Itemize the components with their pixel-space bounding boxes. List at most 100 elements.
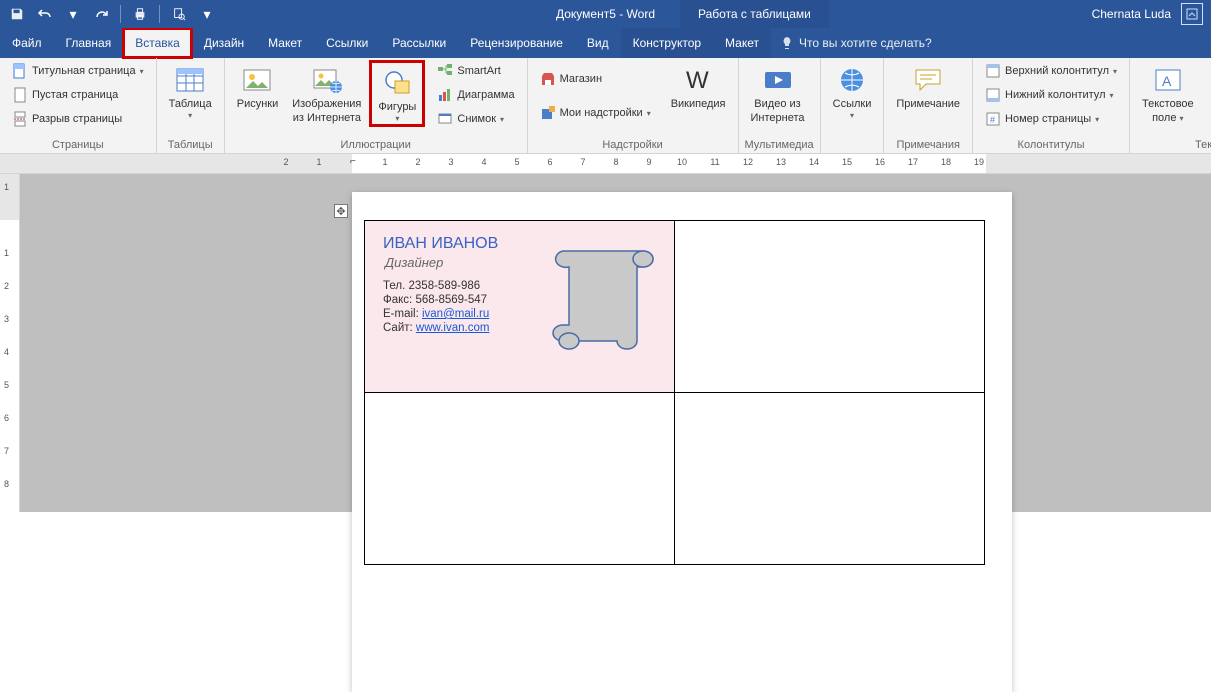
shapes-highlight: Фигуры▾ <box>369 60 425 127</box>
my-addins-button[interactable]: Мои надстройки ▾ <box>534 102 657 124</box>
textbox-icon: A <box>1152 64 1184 96</box>
tab-mailings[interactable]: Рассылки <box>380 28 458 58</box>
horizontal-ruler[interactable]: 2112345678910111213141516171819⌐ <box>0 154 1211 174</box>
table-cell[interactable]: ИВАН ИВАНОВ Дизайнер Тел. 2358-589-986 Ф… <box>365 221 675 393</box>
undo-icon[interactable] <box>34 3 56 25</box>
ribbon-options-icon[interactable] <box>1181 3 1203 25</box>
separator <box>120 5 121 23</box>
svg-text:W: W <box>686 67 709 94</box>
chart-button[interactable]: Диаграмма <box>431 84 520 106</box>
wordart-button[interactable]: A▾ <box>1206 84 1211 106</box>
table-button[interactable]: Таблица▾ <box>163 60 218 121</box>
table-move-handle-icon[interactable]: ✥ <box>334 204 348 218</box>
table-cell[interactable] <box>365 393 675 565</box>
group-comments-label: Примечания <box>890 137 966 153</box>
shapes-button[interactable]: Фигуры▾ <box>372 63 422 124</box>
document-title: Документ5 - Word <box>556 7 655 21</box>
table-cell[interactable] <box>675 221 985 393</box>
print-preview-icon[interactable] <box>168 3 190 25</box>
drop-cap-button[interactable]: A▾ <box>1206 108 1211 130</box>
group-addins: Магазин Мои надстройки ▾ W Википедия Над… <box>528 58 739 153</box>
footer-button[interactable]: Нижний колонтитул ▾ <box>979 84 1123 106</box>
tab-file[interactable]: Файл <box>0 28 54 58</box>
wikipedia-button[interactable]: W Википедия <box>665 60 732 110</box>
qat-customize-icon[interactable]: ▾ <box>196 3 218 25</box>
group-media-label: Мультимедиа <box>745 137 814 153</box>
smartart-button[interactable]: SmartArt <box>431 60 520 82</box>
table-row: ИВАН ИВАНОВ Дизайнер Тел. 2358-589-986 Ф… <box>365 221 985 393</box>
blank-page-button[interactable]: Пустая страница <box>6 84 150 106</box>
group-tables: Таблица▾ Таблицы <box>157 58 225 153</box>
scroll-shape-icon[interactable] <box>548 239 658 359</box>
page-break-icon <box>12 111 28 127</box>
textbox-button[interactable]: A Текстовое поле ▾ <box>1136 60 1200 124</box>
svg-text:#: # <box>990 115 995 125</box>
tab-view[interactable]: Вид <box>575 28 621 58</box>
page-number-icon: # <box>985 111 1001 127</box>
addins-icon <box>540 105 556 121</box>
page: ✥ ИВАН ИВАНОВ Дизайнер Тел. 2358-589-986… <box>352 192 1012 692</box>
smartart-icon <box>437 63 453 79</box>
group-comments: Примечание Примечания <box>884 58 973 153</box>
link-icon <box>836 64 868 96</box>
cover-page-button[interactable]: Титульная страница ▾ <box>6 60 150 82</box>
blank-page-icon <box>12 87 28 103</box>
user-name[interactable]: Chernata Luda <box>1092 7 1171 21</box>
group-pages: Титульная страница ▾ Пустая страница Раз… <box>0 58 157 153</box>
group-text: A Текстовое поле ▾ ▾ A▾ A▾ ▾ ▾ Текст <box>1130 58 1211 153</box>
comment-button[interactable]: Примечание <box>890 60 966 110</box>
store-icon <box>540 71 556 87</box>
comment-icon <box>912 64 944 96</box>
tell-me-placeholder: Что вы хотите сделать? <box>799 36 932 50</box>
pictures-button[interactable]: Рисунки <box>231 60 285 110</box>
group-addins-label: Надстройки <box>534 137 732 153</box>
group-header-footer-label: Колонтитулы <box>979 137 1123 153</box>
header-button[interactable]: Верхний колонтитул ▾ <box>979 60 1123 82</box>
document-canvas[interactable]: ✥ ИВАН ИВАНОВ Дизайнер Тел. 2358-589-986… <box>20 174 1211 512</box>
online-video-button[interactable]: Видео из Интернета <box>745 60 811 124</box>
vertical-ruler[interactable]: 112345678 <box>0 174 20 512</box>
tab-references[interactable]: Ссылки <box>314 28 380 58</box>
online-pictures-button[interactable]: Изображения из Интернета <box>286 60 367 124</box>
screenshot-button[interactable]: Снимок ▾ <box>431 108 520 130</box>
links-button[interactable]: Ссылки▾ <box>827 60 878 121</box>
tab-insert[interactable]: Вставка <box>123 28 192 58</box>
online-pictures-icon <box>311 64 343 96</box>
quick-print-icon[interactable] <box>129 3 151 25</box>
group-illustrations: Рисунки Изображения из Интернета Фигуры▾… <box>225 58 528 153</box>
group-text-label: Текст <box>1136 137 1211 153</box>
redo-icon[interactable] <box>90 3 112 25</box>
business-card: ИВАН ИВАНОВ Дизайнер Тел. 2358-589-986 Ф… <box>365 221 674 392</box>
work-area: 112345678 ✥ ИВАН ИВАНОВ Дизайнер Тел. 23… <box>0 174 1211 512</box>
menu-bar: Файл Главная Вставка Дизайн Макет Ссылки… <box>0 28 1211 58</box>
store-button[interactable]: Магазин <box>534 68 657 90</box>
table-cell[interactable] <box>675 393 985 565</box>
wikipedia-icon: W <box>682 64 714 96</box>
group-pages-label: Страницы <box>6 137 150 153</box>
quick-access-toolbar: ▾ ▾ <box>0 3 218 25</box>
chart-icon <box>437 87 453 103</box>
tab-constructor[interactable]: Конструктор <box>621 28 713 58</box>
video-icon <box>762 64 794 96</box>
page-number-button[interactable]: #Номер страницы ▾ <box>979 108 1123 130</box>
tab-layout2[interactable]: Макет <box>713 28 771 58</box>
page-break-button[interactable]: Разрыв страницы <box>6 108 150 130</box>
cover-page-icon <box>12 63 28 79</box>
group-header-footer: Верхний колонтитул ▾ Нижний колонтитул ▾… <box>973 58 1130 153</box>
lightbulb-icon <box>781 36 793 50</box>
save-icon[interactable] <box>6 3 28 25</box>
undo-dropdown-icon[interactable]: ▾ <box>62 3 84 25</box>
separator <box>159 5 160 23</box>
ribbon-insert: Титульная страница ▾ Пустая страница Раз… <box>0 58 1211 154</box>
group-links-label <box>827 137 878 153</box>
group-illustrations-label: Иллюстрации <box>231 137 521 153</box>
quick-parts-button[interactable]: ▾ <box>1206 60 1211 82</box>
document-table[interactable]: ИВАН ИВАНОВ Дизайнер Тел. 2358-589-986 Ф… <box>364 220 985 565</box>
tab-layout[interactable]: Макет <box>256 28 314 58</box>
tell-me-search[interactable]: Что вы хотите сделать? <box>771 28 942 58</box>
tab-design[interactable]: Дизайн <box>192 28 256 58</box>
tab-home[interactable]: Главная <box>54 28 124 58</box>
screenshot-icon <box>437 111 453 127</box>
table-icon <box>174 64 206 96</box>
tab-review[interactable]: Рецензирование <box>458 28 575 58</box>
